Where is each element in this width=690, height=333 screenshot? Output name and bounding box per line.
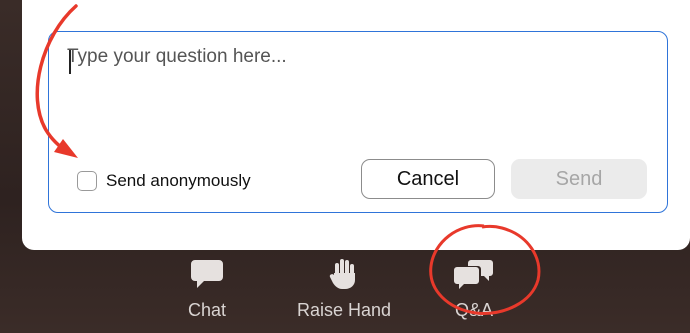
raise-hand-icon xyxy=(329,259,355,289)
send-anonymously-checkbox[interactable] xyxy=(77,171,97,191)
chat-bubble-icon xyxy=(191,260,223,288)
send-anonymously-option[interactable]: Send anonymously xyxy=(77,171,251,191)
question-input[interactable] xyxy=(67,46,647,86)
qa-bubbles-icon xyxy=(454,260,493,289)
toolbar-chat-label: Chat xyxy=(187,300,227,320)
toolbar-raise-hand-label: Raise Hand xyxy=(296,300,392,320)
toolbar-raise-hand-button[interactable]: Raise Hand xyxy=(282,258,406,321)
cancel-button[interactable]: Cancel xyxy=(361,159,495,199)
send-anonymously-label: Send anonymously xyxy=(106,171,251,190)
toolbar-chat-button[interactable]: Chat xyxy=(182,258,232,321)
toolbar-qa-button[interactable]: Q&A xyxy=(446,258,502,321)
question-box: Send anonymously Cancel Send xyxy=(48,31,668,213)
send-button[interactable]: Send xyxy=(511,159,647,199)
toolbar-qa-label: Q&A xyxy=(454,300,493,320)
